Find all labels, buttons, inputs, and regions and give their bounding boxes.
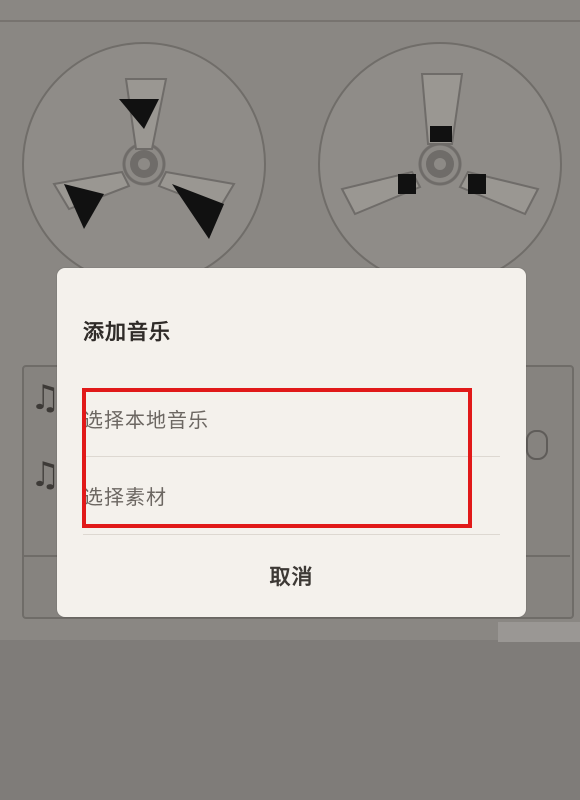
control-knob-icon [526,430,548,460]
music-note-icon: ♫ [30,378,61,418]
add-music-dialog: 添加音乐 选择本地音乐 选择素材 取消 [57,268,526,617]
dialog-title: 添加音乐 [83,320,171,344]
top-divider [0,20,580,22]
option-label: 选择素材 [83,484,167,509]
lower-overlay-area [0,640,580,800]
cancel-button[interactable]: 取消 [57,536,526,616]
divider [83,534,500,535]
option-label: 选择本地音乐 [83,407,209,432]
choose-material-option[interactable]: 选择素材 [83,457,503,533]
lower-right-patch [498,622,580,642]
left-tape-reel [22,42,266,286]
right-tape-reel [318,42,562,286]
music-note-icon: ♫ [30,455,61,495]
choose-local-music-option[interactable]: 选择本地音乐 [83,380,503,456]
